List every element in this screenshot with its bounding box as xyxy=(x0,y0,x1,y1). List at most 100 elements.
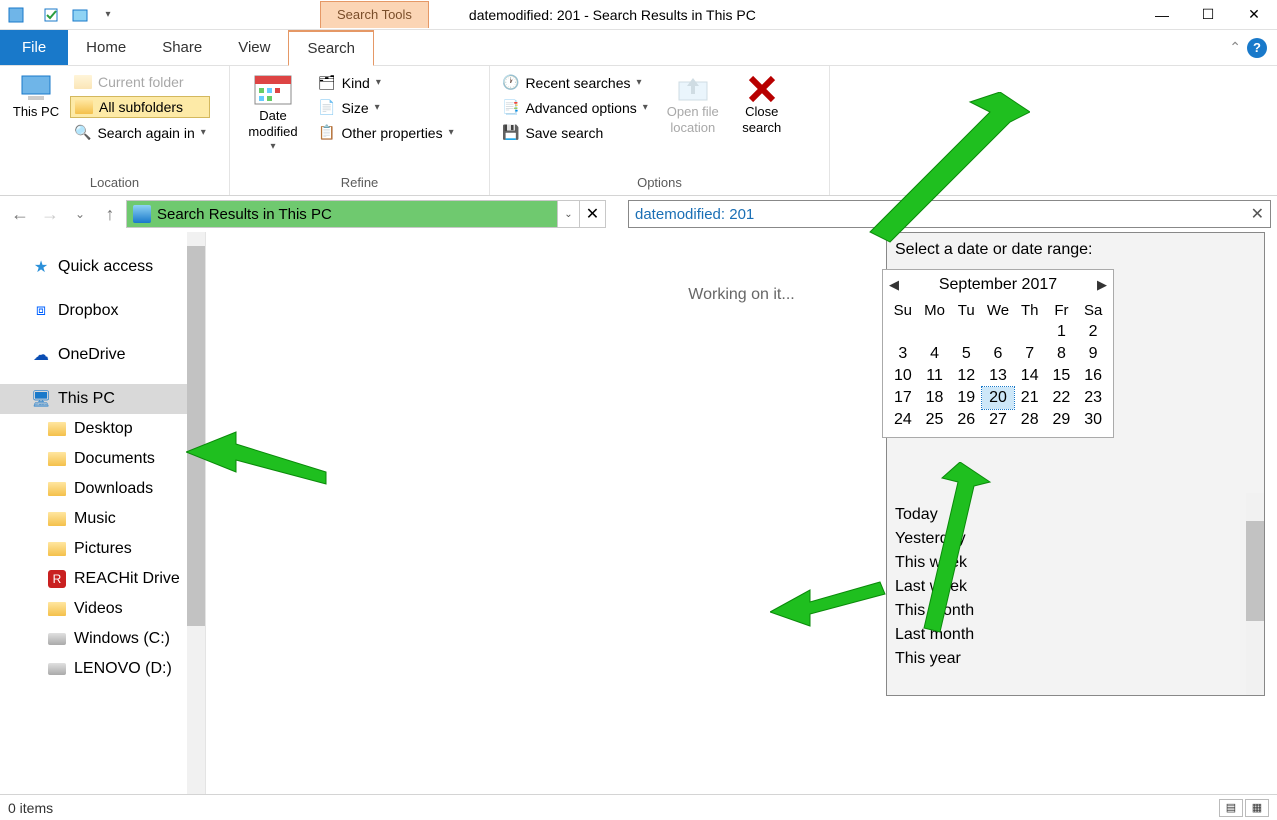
contextual-tab-search-tools: Search Tools xyxy=(320,1,429,28)
calendar-day[interactable]: 26 xyxy=(950,409,982,431)
nav-downloads[interactable]: Downloads xyxy=(0,474,205,504)
close-search-button[interactable]: Close search xyxy=(734,70,790,137)
tab-share[interactable]: Share xyxy=(144,30,220,65)
tab-file[interactable]: File xyxy=(0,30,68,65)
calendar-day[interactable]: 13 xyxy=(982,365,1014,387)
date-range-option[interactable]: This week xyxy=(893,551,1244,575)
date-range-option[interactable]: Today xyxy=(893,503,1244,527)
calendar-day[interactable]: 11 xyxy=(919,365,951,387)
up-button[interactable]: ↑ xyxy=(96,200,124,228)
nav-documents[interactable]: Documents xyxy=(0,444,205,474)
nav-quick-access[interactable]: ★Quick access xyxy=(0,252,205,282)
address-dropdown-button[interactable]: ⌄ xyxy=(557,201,579,227)
calendar-day[interactable]: 14 xyxy=(1014,365,1046,387)
date-range-option[interactable]: Yesterday xyxy=(893,527,1244,551)
calendar-day[interactable]: 15 xyxy=(1046,365,1078,387)
computer-icon: 🖥 xyxy=(32,390,50,408)
datepanel-scrollbar-thumb[interactable] xyxy=(1246,521,1264,621)
date-range-option[interactable]: This month xyxy=(893,599,1244,623)
tab-view[interactable]: View xyxy=(220,30,288,65)
calendar-day[interactable]: 2 xyxy=(1077,321,1109,343)
calendar-day[interactable]: 25 xyxy=(919,409,951,431)
recent-locations-button[interactable]: ⌄ xyxy=(66,200,94,228)
advanced-options-button[interactable]: 📑Advanced options▾ xyxy=(498,97,652,118)
qat-newfolder-icon[interactable] xyxy=(68,3,92,27)
recent-searches-button[interactable]: 🕐Recent searches▾ xyxy=(498,72,652,93)
calendar-day[interactable]: 18 xyxy=(919,387,951,409)
address-refresh-button[interactable]: ✕ xyxy=(579,201,605,227)
kind-button[interactable]: 🗂Kind▾ xyxy=(314,72,458,93)
calendar-day[interactable]: 8 xyxy=(1046,343,1078,365)
date-range-option[interactable]: This year xyxy=(893,647,1244,671)
size-button[interactable]: 📄Size▾ xyxy=(314,97,458,118)
tab-home[interactable]: Home xyxy=(68,30,144,65)
calendar-day[interactable]: 27 xyxy=(982,409,1014,431)
calendar-day[interactable]: 10 xyxy=(887,365,919,387)
nav-desktop[interactable]: Desktop xyxy=(0,414,205,444)
close-button[interactable]: ✕ xyxy=(1231,0,1277,30)
calendar-day[interactable]: 17 xyxy=(887,387,919,409)
navpane-scrollbar-thumb[interactable] xyxy=(187,246,205,626)
qat-dropdown-icon[interactable]: ▾ xyxy=(96,3,120,27)
view-details-button[interactable]: ▤ xyxy=(1219,799,1243,817)
search-box[interactable]: datemodified: 201 ✕ xyxy=(628,200,1271,228)
calendar-day[interactable]: 22 xyxy=(1046,387,1078,409)
calendar-day[interactable]: 6 xyxy=(982,343,1014,365)
date-range-option[interactable]: Last week xyxy=(893,575,1244,599)
calendar-dow: We xyxy=(982,300,1014,321)
tab-search[interactable]: Search xyxy=(288,30,374,66)
nav-windows-c[interactable]: Windows (C:) xyxy=(0,624,205,654)
calendar-day[interactable]: 7 xyxy=(1014,343,1046,365)
search-again-button[interactable]: 🔍Search again in▾ xyxy=(70,122,210,143)
date-range-option[interactable]: Last month xyxy=(893,623,1244,647)
calendar-prev-button[interactable]: ◀ xyxy=(889,277,899,293)
address-bar[interactable]: Search Results in This PC ⌄ ✕ xyxy=(126,200,606,228)
help-icon[interactable]: ? xyxy=(1247,38,1267,58)
other-properties-button[interactable]: 📋Other properties▾ xyxy=(314,122,458,143)
title-bar: ▾ Search Tools datemodified: 201 - Searc… xyxy=(0,0,1277,30)
nav-reachit[interactable]: RREACHit Drive xyxy=(0,564,205,594)
nav-music[interactable]: Music xyxy=(0,504,205,534)
calendar-day[interactable]: 3 xyxy=(887,343,919,365)
minimize-button[interactable]: — xyxy=(1139,0,1185,30)
calendar-day[interactable]: 28 xyxy=(1014,409,1046,431)
ribbon-body: This PC Current folder All subfolders 🔍S… xyxy=(0,66,1277,196)
save-search-button[interactable]: 💾Save search xyxy=(498,122,652,143)
forward-button[interactable]: → xyxy=(36,200,64,228)
navigation-row: ← → ⌄ ↑ Search Results in This PC ⌄ ✕ da… xyxy=(0,196,1277,232)
calendar-day[interactable]: 16 xyxy=(1077,365,1109,387)
status-bar: 0 items ▤ ▦ xyxy=(0,794,1277,820)
folder-icon xyxy=(48,482,66,496)
calendar-day[interactable]: 5 xyxy=(950,343,982,365)
ribbon-collapse-icon[interactable]: ⌃ xyxy=(1229,39,1241,56)
calendar-day[interactable]: 30 xyxy=(1077,409,1109,431)
calendar-next-button[interactable]: ▶ xyxy=(1097,277,1107,293)
calendar-day[interactable]: 21 xyxy=(1014,387,1046,409)
maximize-button[interactable]: ☐ xyxy=(1185,0,1231,30)
date-modified-button[interactable]: Date modified▾ xyxy=(238,70,308,153)
calendar-day[interactable]: 9 xyxy=(1077,343,1109,365)
calendar-day[interactable]: 1 xyxy=(1046,321,1078,343)
calendar-day[interactable]: 12 xyxy=(950,365,982,387)
nav-pictures[interactable]: Pictures xyxy=(0,534,205,564)
qat-properties-icon[interactable] xyxy=(40,3,64,27)
back-button[interactable]: ← xyxy=(6,200,34,228)
view-icons-button[interactable]: ▦ xyxy=(1245,799,1269,817)
calendar-day[interactable]: 19 xyxy=(950,387,982,409)
calendar-dow: Fr xyxy=(1046,300,1078,321)
calendar-day[interactable]: 23 xyxy=(1077,387,1109,409)
calendar-day[interactable]: 4 xyxy=(919,343,951,365)
search-clear-button[interactable]: ✕ xyxy=(1251,204,1264,224)
nav-lenovo-d[interactable]: LENOVO (D:) xyxy=(0,654,205,684)
nav-videos[interactable]: Videos xyxy=(0,594,205,624)
calendar-month-label[interactable]: September 2017 xyxy=(939,276,1057,294)
calendar-day[interactable]: 20 xyxy=(982,387,1014,409)
nav-dropbox[interactable]: ⧈Dropbox xyxy=(0,296,205,326)
calendar-day[interactable]: 29 xyxy=(1046,409,1078,431)
folder-icon xyxy=(75,100,93,114)
calendar-day[interactable]: 24 xyxy=(887,409,919,431)
nav-onedrive[interactable]: ☁OneDrive xyxy=(0,340,205,370)
this-pc-button[interactable]: This PC xyxy=(8,70,64,120)
nav-this-pc[interactable]: 🖥This PC xyxy=(0,384,205,414)
all-subfolders-button[interactable]: All subfolders xyxy=(70,96,210,118)
